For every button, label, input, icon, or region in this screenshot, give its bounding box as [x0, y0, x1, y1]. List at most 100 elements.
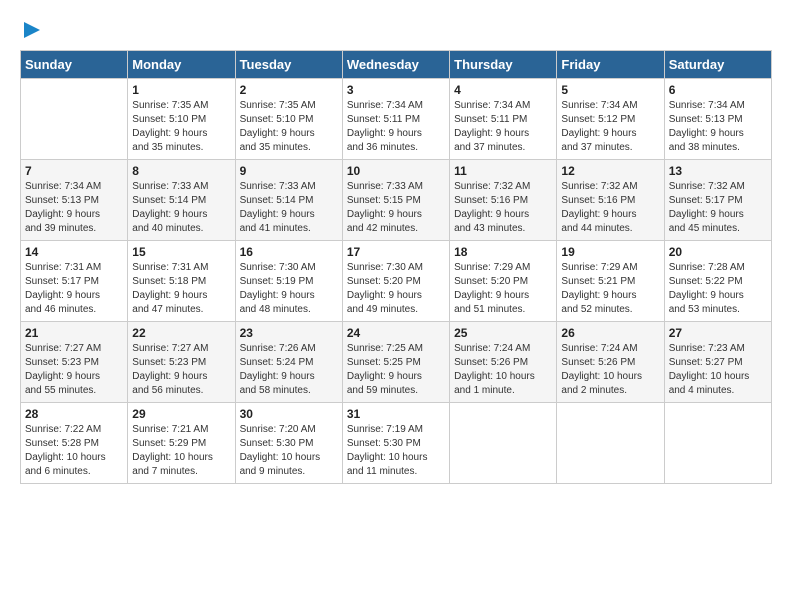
calendar-cell: 25 Sunrise: 7:24 AM Sunset: 5:26 PM Dayli… [450, 322, 557, 403]
weekday-header: Friday [557, 51, 664, 79]
day-number: 16 [240, 245, 338, 259]
weekday-header: Wednesday [342, 51, 449, 79]
calendar-cell: 29 Sunrise: 7:21 AM Sunset: 5:29 PM Dayli… [128, 403, 235, 484]
calendar-header: SundayMondayTuesdayWednesdayThursdayFrid… [21, 51, 772, 79]
day-info: Sunrise: 7:29 AM Sunset: 5:21 PM Dayligh… [561, 261, 659, 317]
calendar-cell: 20 Sunrise: 7:28 AM Sunset: 5:22 PM Dayli… [664, 241, 771, 322]
day-number: 20 [669, 245, 767, 259]
day-number: 1 [132, 83, 230, 97]
calendar-week-row: 14Sunrise: 7:31 AM Sunset: 5:17 PM Dayli… [21, 241, 772, 322]
day-info: Sunrise: 7:20 AM Sunset: 5:30 PM Dayligh… [240, 423, 338, 479]
calendar-cell: 12 Sunrise: 7:32 AM Sunset: 5:16 PM Dayli… [557, 160, 664, 241]
calendar-cell: 23 Sunrise: 7:26 AM Sunset: 5:24 PM Dayli… [235, 322, 342, 403]
day-number: 11 [454, 164, 552, 178]
calendar-cell: 14Sunrise: 7:31 AM Sunset: 5:17 PM Dayli… [21, 241, 128, 322]
day-number: 4 [454, 83, 552, 97]
day-info: Sunrise: 7:22 AM Sunset: 5:28 PM Dayligh… [25, 423, 123, 479]
day-number: 15 [132, 245, 230, 259]
calendar-cell: 11 Sunrise: 7:32 AM Sunset: 5:16 PM Dayli… [450, 160, 557, 241]
calendar-week-row: 28 Sunrise: 7:22 AM Sunset: 5:28 PM Dayli… [21, 403, 772, 484]
day-number: 12 [561, 164, 659, 178]
day-info: Sunrise: 7:35 AM Sunset: 5:10 PM Dayligh… [132, 99, 230, 155]
weekday-header: Tuesday [235, 51, 342, 79]
calendar-cell: 26Sunrise: 7:24 AM Sunset: 5:26 PM Dayli… [557, 322, 664, 403]
day-number: 6 [669, 83, 767, 97]
day-number: 9 [240, 164, 338, 178]
day-info: Sunrise: 7:34 AM Sunset: 5:13 PM Dayligh… [669, 99, 767, 155]
calendar-week-row: 7Sunrise: 7:34 AM Sunset: 5:13 PM Daylig… [21, 160, 772, 241]
day-info: Sunrise: 7:33 AM Sunset: 5:15 PM Dayligh… [347, 180, 445, 236]
day-number: 31 [347, 407, 445, 421]
calendar-cell: 4 Sunrise: 7:34 AM Sunset: 5:11 PM Daylig… [450, 79, 557, 160]
calendar-body: 1 Sunrise: 7:35 AM Sunset: 5:10 PM Daylig… [21, 79, 772, 484]
calendar-header-row: SundayMondayTuesdayWednesdayThursdayFrid… [21, 51, 772, 79]
day-number: 5 [561, 83, 659, 97]
calendar-cell: 10 Sunrise: 7:33 AM Sunset: 5:15 PM Dayli… [342, 160, 449, 241]
calendar-cell: 24 Sunrise: 7:25 AM Sunset: 5:25 PM Dayli… [342, 322, 449, 403]
day-info: Sunrise: 7:31 AM Sunset: 5:18 PM Dayligh… [132, 261, 230, 317]
calendar-cell: 27 Sunrise: 7:23 AM Sunset: 5:27 PM Dayli… [664, 322, 771, 403]
calendar-cell: 21 Sunrise: 7:27 AM Sunset: 5:23 PM Dayli… [21, 322, 128, 403]
day-info: Sunrise: 7:33 AM Sunset: 5:14 PM Dayligh… [132, 180, 230, 236]
day-info: Sunrise: 7:24 AM Sunset: 5:26 PM Dayligh… [454, 342, 552, 398]
day-info: Sunrise: 7:32 AM Sunset: 5:17 PM Dayligh… [669, 180, 767, 236]
day-number: 25 [454, 326, 552, 340]
calendar-cell: 7Sunrise: 7:34 AM Sunset: 5:13 PM Daylig… [21, 160, 128, 241]
day-info: Sunrise: 7:34 AM Sunset: 5:11 PM Dayligh… [347, 99, 445, 155]
day-number: 28 [25, 407, 123, 421]
calendar-cell: 31 Sunrise: 7:19 AM Sunset: 5:30 PM Dayli… [342, 403, 449, 484]
day-info: Sunrise: 7:34 AM Sunset: 5:12 PM Dayligh… [561, 99, 659, 155]
day-number: 13 [669, 164, 767, 178]
calendar-cell: 18Sunrise: 7:29 AM Sunset: 5:20 PM Dayli… [450, 241, 557, 322]
calendar-week-row: 21 Sunrise: 7:27 AM Sunset: 5:23 PM Dayli… [21, 322, 772, 403]
day-info: Sunrise: 7:24 AM Sunset: 5:26 PM Dayligh… [561, 342, 659, 398]
logo-arrow-icon [22, 20, 42, 40]
day-info: Sunrise: 7:27 AM Sunset: 5:23 PM Dayligh… [25, 342, 123, 398]
day-info: Sunrise: 7:32 AM Sunset: 5:16 PM Dayligh… [454, 180, 552, 236]
calendar-cell: 22 Sunrise: 7:27 AM Sunset: 5:23 PM Dayli… [128, 322, 235, 403]
day-number: 8 [132, 164, 230, 178]
calendar-cell [557, 403, 664, 484]
calendar-cell: 1 Sunrise: 7:35 AM Sunset: 5:10 PM Daylig… [128, 79, 235, 160]
calendar-cell [21, 79, 128, 160]
day-info: Sunrise: 7:25 AM Sunset: 5:25 PM Dayligh… [347, 342, 445, 398]
day-number: 7 [25, 164, 123, 178]
day-info: Sunrise: 7:33 AM Sunset: 5:14 PM Dayligh… [240, 180, 338, 236]
day-number: 24 [347, 326, 445, 340]
day-info: Sunrise: 7:19 AM Sunset: 5:30 PM Dayligh… [347, 423, 445, 479]
day-number: 10 [347, 164, 445, 178]
calendar-cell: 2 Sunrise: 7:35 AM Sunset: 5:10 PM Daylig… [235, 79, 342, 160]
day-number: 18 [454, 245, 552, 259]
calendar-cell: 28 Sunrise: 7:22 AM Sunset: 5:28 PM Dayli… [21, 403, 128, 484]
day-number: 17 [347, 245, 445, 259]
day-info: Sunrise: 7:35 AM Sunset: 5:10 PM Dayligh… [240, 99, 338, 155]
calendar-cell: 30Sunrise: 7:20 AM Sunset: 5:30 PM Dayli… [235, 403, 342, 484]
day-number: 23 [240, 326, 338, 340]
calendar-cell: 6 Sunrise: 7:34 AM Sunset: 5:13 PM Daylig… [664, 79, 771, 160]
calendar-cell [664, 403, 771, 484]
weekday-header: Saturday [664, 51, 771, 79]
day-info: Sunrise: 7:30 AM Sunset: 5:19 PM Dayligh… [240, 261, 338, 317]
weekday-header: Monday [128, 51, 235, 79]
day-number: 21 [25, 326, 123, 340]
calendar-cell: 8 Sunrise: 7:33 AM Sunset: 5:14 PM Daylig… [128, 160, 235, 241]
day-info: Sunrise: 7:21 AM Sunset: 5:29 PM Dayligh… [132, 423, 230, 479]
day-info: Sunrise: 7:27 AM Sunset: 5:23 PM Dayligh… [132, 342, 230, 398]
day-number: 27 [669, 326, 767, 340]
day-info: Sunrise: 7:30 AM Sunset: 5:20 PM Dayligh… [347, 261, 445, 317]
day-number: 19 [561, 245, 659, 259]
day-info: Sunrise: 7:34 AM Sunset: 5:11 PM Dayligh… [454, 99, 552, 155]
day-number: 22 [132, 326, 230, 340]
day-info: Sunrise: 7:23 AM Sunset: 5:27 PM Dayligh… [669, 342, 767, 398]
day-number: 29 [132, 407, 230, 421]
day-number: 3 [347, 83, 445, 97]
day-number: 2 [240, 83, 338, 97]
calendar-table: SundayMondayTuesdayWednesdayThursdayFrid… [20, 50, 772, 484]
calendar-cell: 3 Sunrise: 7:34 AM Sunset: 5:11 PM Daylig… [342, 79, 449, 160]
day-info: Sunrise: 7:26 AM Sunset: 5:24 PM Dayligh… [240, 342, 338, 398]
day-info: Sunrise: 7:28 AM Sunset: 5:22 PM Dayligh… [669, 261, 767, 317]
day-info: Sunrise: 7:32 AM Sunset: 5:16 PM Dayligh… [561, 180, 659, 236]
weekday-header: Thursday [450, 51, 557, 79]
calendar-cell: 19 Sunrise: 7:29 AM Sunset: 5:21 PM Dayli… [557, 241, 664, 322]
calendar-cell: 16 Sunrise: 7:30 AM Sunset: 5:19 PM Dayli… [235, 241, 342, 322]
